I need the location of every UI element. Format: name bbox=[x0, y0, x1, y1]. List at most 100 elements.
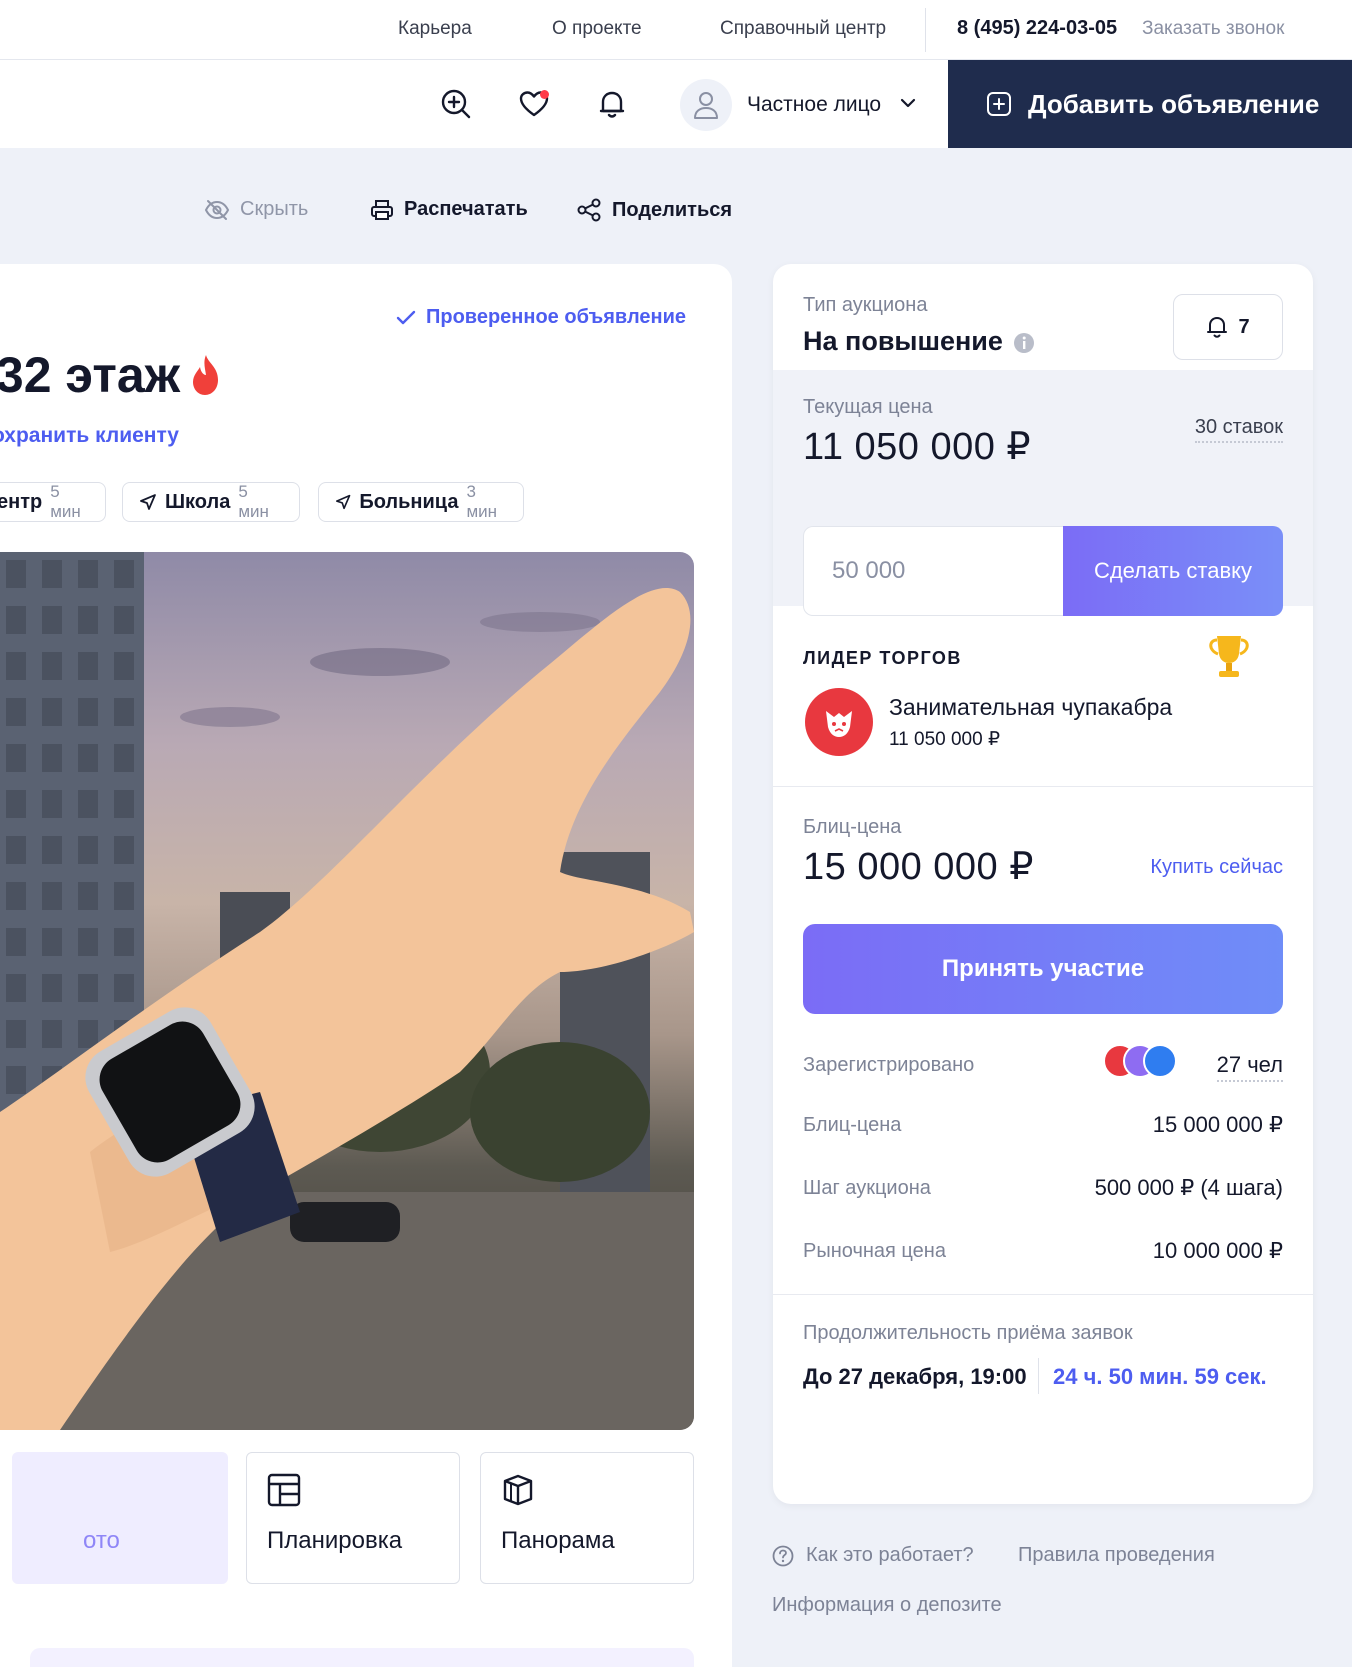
listing-title: /32 этаж bbox=[0, 346, 224, 404]
help-center-link[interactable]: Справочный центр bbox=[720, 18, 886, 40]
join-auction-label: Принять участие bbox=[941, 955, 1145, 982]
print-button[interactable]: Распечатать bbox=[370, 198, 528, 221]
bid-amount-input[interactable]: 50 000 bbox=[803, 526, 1063, 616]
chevron-down-icon[interactable] bbox=[900, 98, 916, 108]
tile-layout[interactable]: Планировка bbox=[246, 1452, 460, 1584]
subscribe-bell-button[interactable]: 7 bbox=[1173, 294, 1283, 360]
add-listing-button[interactable]: Добавить объявление bbox=[948, 60, 1352, 148]
cube-panorama-icon bbox=[503, 1474, 533, 1506]
participants-avatars bbox=[1103, 1044, 1187, 1080]
bids-count-link[interactable]: 30 ставок bbox=[1194, 416, 1283, 443]
deposit-info-link[interactable]: Информация о депозите bbox=[772, 1594, 1002, 1617]
leader-avatar bbox=[805, 688, 873, 756]
detail-label: Блиц-цена bbox=[803, 1114, 902, 1136]
how-it-works-link[interactable]: Как это работает? bbox=[772, 1544, 974, 1567]
request-callback-link[interactable]: Заказать звонок bbox=[1142, 18, 1284, 40]
tile-panorama[interactable]: Панорама bbox=[480, 1452, 694, 1584]
bell-icon bbox=[1207, 317, 1228, 338]
question-circle-icon bbox=[772, 1545, 794, 1566]
nearby-chip-hospital[interactable]: Больница 3 мин bbox=[318, 482, 524, 522]
save-to-client-link[interactable]: охранить клиенту bbox=[0, 424, 179, 448]
current-price-label: Текущая цена bbox=[803, 396, 933, 418]
bell-icon[interactable] bbox=[590, 82, 634, 126]
rules-link[interactable]: Правила проведения bbox=[1018, 1544, 1215, 1567]
hide-label: Скрыть bbox=[240, 198, 309, 220]
hide-button[interactable]: Скрыть bbox=[204, 198, 308, 221]
divider bbox=[773, 786, 1313, 787]
chip-label: Школа bbox=[164, 490, 231, 513]
chip-label: Больница bbox=[359, 490, 459, 513]
floor-plan-icon bbox=[267, 1473, 301, 1507]
career-link[interactable]: Карьера bbox=[398, 18, 472, 40]
auction-type-label: Тип аукциона bbox=[803, 294, 928, 316]
chupacabra-mascot-icon bbox=[826, 711, 852, 737]
chip-time: 3 мин bbox=[466, 482, 498, 521]
detail-value: 15 000 000 ₽ bbox=[1152, 1112, 1283, 1137]
user-avatar[interactable] bbox=[680, 79, 732, 131]
auction-panel: Тип аукциона На повышение 7 Текущая цена… bbox=[773, 264, 1313, 1504]
share-label: Поделиться bbox=[612, 198, 733, 221]
leader-price: 11 050 000 ₽ bbox=[889, 729, 1001, 750]
current-price-value: 11 050 000 ₽ bbox=[803, 426, 1032, 468]
deadline-text: До 27 декабря, 19:00 bbox=[803, 1364, 1027, 1389]
bottom-banner bbox=[30, 1648, 694, 1667]
notification-dot bbox=[540, 90, 549, 99]
blitz-price-value: 15 000 000 ₽ bbox=[803, 846, 1034, 888]
nearby-chip-center[interactable]: ентр 5 мин bbox=[0, 482, 106, 522]
join-auction-button[interactable]: Принять участие bbox=[803, 924, 1283, 1014]
plus-square-icon bbox=[987, 92, 1011, 116]
listing-title-text: /32 этаж bbox=[0, 347, 181, 403]
tile-photo[interactable]: ото bbox=[12, 1452, 228, 1584]
divider bbox=[925, 8, 926, 52]
divider bbox=[1038, 1358, 1039, 1394]
navigation-arrow-icon bbox=[140, 494, 156, 510]
main-header: Частное лицо Добавить объявление bbox=[0, 60, 1352, 148]
navigation-arrow-icon bbox=[335, 494, 351, 510]
photo-illustration bbox=[0, 552, 694, 1430]
how-it-works-label: Как это работает? bbox=[806, 1544, 974, 1566]
share-button[interactable]: Поделиться bbox=[576, 198, 732, 222]
blitz-price-label: Блиц-цена bbox=[803, 816, 902, 838]
search-plus-icon[interactable] bbox=[434, 82, 478, 126]
registered-count-link[interactable]: 27 чел bbox=[1216, 1052, 1283, 1082]
divider bbox=[773, 1294, 1313, 1295]
check-icon bbox=[396, 310, 416, 324]
fire-icon bbox=[193, 355, 219, 395]
print-label: Распечатать bbox=[404, 198, 528, 220]
bid-amount-value: 50 000 bbox=[832, 557, 906, 584]
verified-label: Проверенное объявление bbox=[426, 306, 687, 328]
tile-photo-label: ото bbox=[83, 1527, 120, 1554]
chip-label: ентр bbox=[0, 490, 43, 513]
nearby-chip-school[interactable]: Школа 5 мин bbox=[122, 482, 300, 522]
tile-panorama-label: Панорама bbox=[501, 1527, 615, 1554]
user-type-label[interactable]: Частное лицо bbox=[747, 93, 881, 117]
detail-label: Зарегистрировано bbox=[803, 1054, 975, 1076]
printer-icon bbox=[371, 199, 393, 220]
favorites-heart-icon[interactable] bbox=[512, 82, 556, 126]
countdown-timer: 24 ч. 50 мин. 59 сек. bbox=[1053, 1364, 1267, 1389]
phone-number[interactable]: 8 (495) 224-03-05 bbox=[957, 17, 1117, 40]
property-photo[interactable] bbox=[0, 552, 694, 1430]
verified-badge: Проверенное объявление bbox=[396, 306, 686, 329]
info-icon[interactable] bbox=[1013, 332, 1035, 354]
about-link[interactable]: О проекте bbox=[552, 18, 642, 40]
tile-layout-label: Планировка bbox=[267, 1527, 403, 1554]
place-bid-label: Сделать ставку bbox=[1093, 558, 1253, 583]
leader-name: Занимательная чупакабра bbox=[889, 694, 1173, 720]
detail-value: 500 000 ₽ (4 шага) bbox=[1094, 1175, 1283, 1200]
buy-now-link[interactable]: Купить сейчас bbox=[1150, 856, 1283, 879]
trophy-icon bbox=[1209, 636, 1249, 677]
duration-label: Продолжительность приёма заявок bbox=[803, 1322, 1133, 1344]
add-listing-label: Добавить объявление bbox=[1028, 88, 1320, 119]
eye-off-icon bbox=[204, 199, 230, 220]
share-icon bbox=[577, 198, 601, 222]
detail-label: Рыночная цена bbox=[803, 1240, 946, 1262]
top-bar: Карьера О проекте Справочный центр 8 (49… bbox=[0, 0, 1352, 60]
place-bid-button[interactable]: Сделать ставку bbox=[1063, 526, 1283, 616]
chip-time: 5 мин bbox=[238, 482, 269, 521]
participant-avatar bbox=[1143, 1044, 1177, 1078]
subscribers-count: 7 bbox=[1238, 315, 1250, 338]
auction-type-value: На повышение bbox=[803, 326, 1003, 356]
detail-value: 10 000 000 ₽ bbox=[1152, 1238, 1283, 1263]
leader-heading: ЛИДЕР ТОРГОВ bbox=[803, 648, 962, 668]
